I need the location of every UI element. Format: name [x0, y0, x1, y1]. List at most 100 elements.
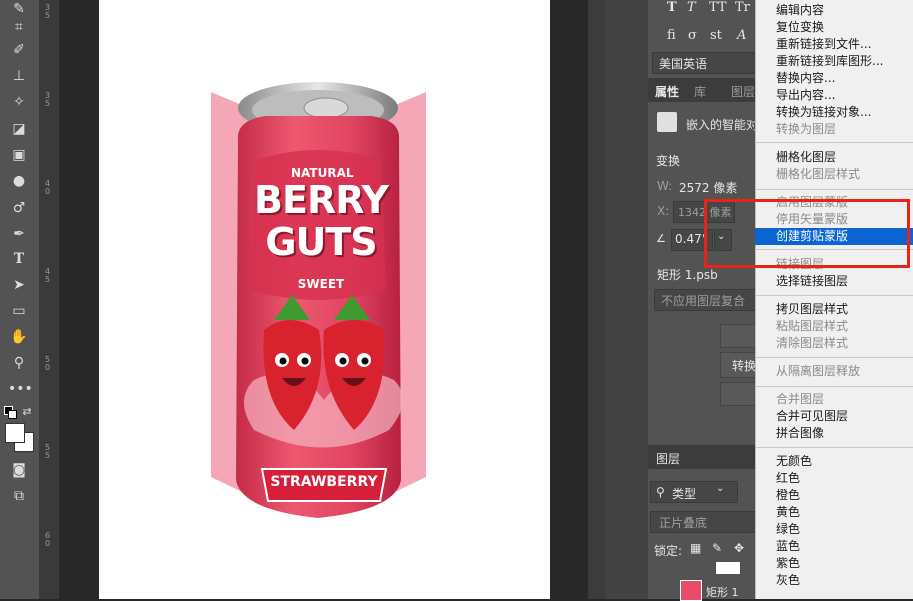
- panel-button-2[interactable]: [720, 382, 757, 406]
- layer-mask-thumbnail[interactable]: [716, 562, 740, 574]
- menu-item-relink-library[interactable]: 重新链接到库图形...: [755, 53, 913, 70]
- ruler-tick: 0: [45, 363, 51, 372]
- canvas-scrollbar[interactable]: [588, 0, 606, 599]
- dodge-icon[interactable]: ♂: [8, 199, 30, 217]
- menu-item-gray[interactable]: 灰色: [755, 572, 913, 589]
- rectangle-icon[interactable]: ▭: [8, 302, 30, 320]
- menu-item-copy-style[interactable]: 拷贝图层样式: [755, 301, 913, 318]
- x-label: X:: [657, 204, 670, 218]
- ligatures-icon[interactable]: fi: [667, 28, 676, 43]
- vertical-ruler: 3 5 3 5 4 0 4 5 5 0 5 5 6 0: [40, 0, 60, 599]
- lock-transparent-icon[interactable]: ▦: [690, 541, 701, 555]
- strawberry-illustration: [244, 295, 403, 448]
- ruler-tick: 5: [45, 451, 51, 460]
- smart-object-icon: [657, 112, 677, 132]
- menu-separator: [755, 142, 913, 143]
- lock-label: 锁定:: [654, 544, 683, 558]
- angle-icon: ∠: [656, 232, 666, 245]
- width-label: W:: [657, 179, 673, 193]
- gradient-icon[interactable]: ▣: [8, 146, 30, 164]
- linked-file-name: 矩形 1.psb: [657, 268, 718, 282]
- healing-brush-icon[interactable]: ✧: [8, 93, 30, 111]
- menu-item-select-linked[interactable]: 选择链接图层: [755, 273, 913, 290]
- default-colors-icon[interactable]: [4, 406, 17, 419]
- can-text-strawberry: STRAWBERRY: [270, 474, 378, 490]
- annotation-highlight-box: [704, 199, 910, 268]
- zoom-icon[interactable]: ⚲: [8, 354, 30, 372]
- language-value: 美国英语: [659, 57, 708, 71]
- type-tool-icon[interactable]: T: [8, 250, 30, 268]
- screen-mode-icon[interactable]: ⧉: [8, 487, 30, 505]
- menu-item-convert-to-layers[interactable]: 转换为图层: [755, 121, 913, 138]
- convert-button-label: 转换: [732, 359, 757, 373]
- document-canvas[interactable]: NATURAL BERRY GUTS SWEET STRAWBERRY: [99, 0, 550, 599]
- menu-item-blue[interactable]: 蓝色: [755, 538, 913, 555]
- blur-drop-icon[interactable]: ●: [8, 172, 30, 190]
- pen-tool-icon[interactable]: ✒: [8, 225, 30, 243]
- eraser-icon[interactable]: ◪: [8, 120, 30, 138]
- ruler-tick: 5: [45, 99, 51, 108]
- filter-type-value: 类型: [672, 487, 697, 501]
- menu-item-export-contents[interactable]: 导出内容...: [755, 87, 913, 104]
- menu-item-no-color[interactable]: 无颜色: [755, 453, 913, 470]
- hand-icon[interactable]: ✋: [8, 328, 30, 346]
- menu-item-reset-transform[interactable]: 复位变换: [755, 19, 913, 36]
- menu-item-rasterize-layer[interactable]: 栅格化图层: [755, 149, 913, 166]
- menu-item-yellow[interactable]: 黄色: [755, 504, 913, 521]
- menu-item-relink-file[interactable]: 重新链接到文件...: [755, 36, 913, 53]
- layer-thumbnail[interactable]: [680, 580, 702, 601]
- transform-heading: 变换: [656, 154, 681, 168]
- path-selection-icon[interactable]: ➤: [8, 276, 30, 294]
- menu-item-merge-visible[interactable]: 合并可见图层: [755, 408, 913, 425]
- brush-tool-icon[interactable]: ✎: [8, 0, 30, 18]
- swap-colors-icon[interactable]: ⇄: [20, 403, 34, 421]
- layer-name[interactable]: 矩形 1: [706, 584, 739, 600]
- lock-brush-icon[interactable]: ✎: [712, 541, 722, 555]
- tab-library[interactable]: 库: [694, 83, 706, 100]
- tab-layers-top[interactable]: 图层: [731, 83, 755, 100]
- smart-object-label: 嵌入的智能对: [686, 118, 759, 132]
- faux-italic-icon[interactable]: T: [687, 0, 696, 15]
- ruler-tick: 5: [45, 11, 51, 20]
- all-caps-icon[interactable]: TT: [709, 0, 727, 15]
- layer-comp-placeholder: 不应用图层复合: [661, 294, 746, 308]
- more-tools-icon[interactable]: •••: [8, 380, 33, 398]
- ruler-tick: 0: [45, 187, 51, 196]
- menu-item-convert-linked[interactable]: 转换为链接对象...: [755, 104, 913, 121]
- menu-item-release-isolation[interactable]: 从隔离图层释放: [755, 363, 913, 380]
- ruler-tick: 0: [45, 539, 51, 548]
- discretionary-ligatures-icon[interactable]: st: [710, 28, 722, 43]
- tab-layers[interactable]: 图层: [656, 450, 680, 467]
- search-icon: ⚲: [656, 485, 665, 499]
- paintbrush-icon[interactable]: ✐: [8, 41, 30, 59]
- small-caps-icon[interactable]: Tr: [735, 0, 750, 15]
- stamp-icon[interactable]: ⊥: [8, 67, 30, 85]
- panel-dock-gutter: [606, 0, 648, 599]
- menu-item-orange[interactable]: 橙色: [755, 487, 913, 504]
- menu-item-green[interactable]: 绿色: [755, 521, 913, 538]
- menu-item-clear-style[interactable]: 清除图层样式: [755, 335, 913, 352]
- menu-item-flatten-image[interactable]: 拼合图像: [755, 425, 913, 442]
- foreground-color-swatch[interactable]: [5, 423, 25, 443]
- old-style-icon[interactable]: σ: [688, 28, 697, 43]
- menu-separator: [755, 357, 913, 358]
- lock-position-icon[interactable]: ✥: [734, 541, 744, 555]
- faux-bold-icon[interactable]: T: [667, 0, 677, 15]
- swash-icon[interactable]: A: [737, 28, 746, 43]
- quick-mask-icon[interactable]: ◙: [8, 461, 30, 479]
- menu-item-edit-contents[interactable]: 编辑内容: [755, 2, 913, 19]
- tab-properties[interactable]: 属性: [655, 83, 679, 100]
- panel-button[interactable]: [720, 324, 757, 348]
- menu-item-merge-layers[interactable]: 合并图层: [755, 391, 913, 408]
- can-text-guts: GUTS: [265, 220, 377, 264]
- menu-item-paste-style[interactable]: 粘贴图层样式: [755, 318, 913, 335]
- menu-item-replace-contents[interactable]: 替换内容...: [755, 70, 913, 87]
- menu-item-red[interactable]: 红色: [755, 470, 913, 487]
- tools-panel: ✎ ⌗ ✐ ⊥ ✧ ◪ ▣ ● ♂ ✒ T ➤ ▭ ✋ ⚲ ••• ⇄ ◙ ⧉: [0, 0, 40, 599]
- width-value[interactable]: 2572 像素: [679, 179, 737, 196]
- menu-separator: [755, 386, 913, 387]
- menu-item-rasterize-style[interactable]: 栅格化图层样式: [755, 166, 913, 183]
- crop-icon[interactable]: ⌗: [8, 18, 30, 36]
- menu-separator: [755, 295, 913, 296]
- menu-item-violet[interactable]: 紫色: [755, 555, 913, 572]
